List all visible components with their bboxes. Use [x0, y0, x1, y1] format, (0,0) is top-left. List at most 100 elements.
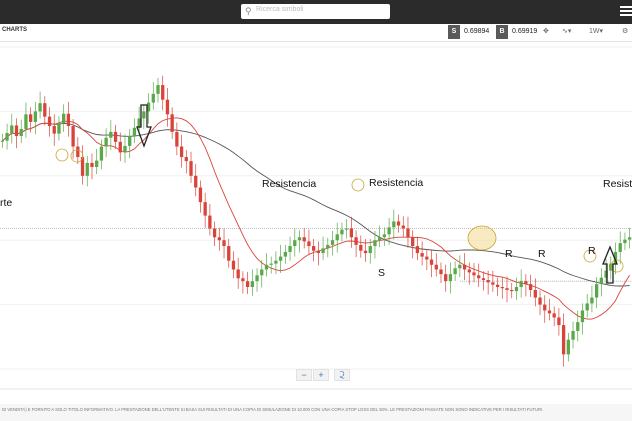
interval-dropdown[interactable]: 1W▾	[589, 27, 603, 35]
candle-body	[491, 282, 495, 285]
annotation-label: R	[538, 248, 546, 260]
candle-body	[66, 113, 71, 127]
candle-body	[0, 140, 5, 142]
candle-body	[24, 114, 28, 129]
candle-body	[576, 322, 580, 331]
candle-body	[420, 253, 424, 257]
candle-body	[406, 228, 410, 238]
section-label: CHARTS	[2, 27, 27, 33]
candle-body	[500, 287, 504, 289]
search-placeholder: Ricerca simboli	[256, 6, 304, 13]
candle-body	[104, 137, 108, 147]
search-input[interactable]: ⚲ Ricerca simboli	[241, 4, 390, 19]
candle-body	[585, 303, 589, 311]
candle-body	[250, 281, 254, 288]
candle-body	[85, 162, 89, 176]
candle-body	[382, 234, 387, 238]
candle-body	[505, 288, 509, 290]
annotation-label: Resistencia	[369, 177, 423, 189]
candle-body	[76, 146, 80, 158]
candle-body	[627, 237, 632, 240]
candle-body	[288, 246, 292, 252]
highlight-circle	[467, 225, 497, 251]
candle-body	[128, 135, 132, 146]
candle-body	[543, 304, 547, 311]
candle-body	[179, 146, 184, 158]
zoom-out-button[interactable]: −	[296, 369, 312, 381]
candle-body	[571, 330, 575, 340]
highlight-circle	[55, 148, 69, 162]
candle-body	[189, 161, 193, 176]
candle-body	[444, 274, 448, 282]
candle-body	[217, 237, 221, 241]
candle-body	[307, 241, 311, 247]
candle-body	[434, 264, 438, 270]
sell-price: 0.69894	[464, 28, 490, 35]
candle-body	[623, 239, 627, 244]
candle-body	[425, 256, 429, 260]
candle-body	[387, 227, 391, 235]
candle-body	[618, 243, 622, 252]
candle-body	[472, 272, 476, 276]
candle-body	[359, 244, 363, 251]
annotation-label: S	[378, 267, 385, 279]
candle-body	[599, 277, 603, 285]
sell-button[interactable]: S	[448, 25, 460, 39]
candle-body	[321, 248, 325, 254]
candle-body	[481, 278, 486, 281]
candle-body	[477, 275, 481, 279]
candle-body	[283, 251, 287, 257]
chart-toolbar: CHARTS S 0.69894 B 0.69919 ✥ ∿▾ 1W▾ ⚙	[0, 24, 632, 42]
candle-body	[415, 246, 420, 254]
candle-body	[142, 111, 146, 119]
candle-body	[118, 141, 122, 153]
candle-body	[326, 244, 330, 249]
candle-body	[519, 281, 523, 288]
price-chart[interactable]: 201320142015201620172018201920202021Resi…	[0, 43, 632, 400]
candle-body	[198, 187, 203, 203]
moving-average-long	[2, 122, 630, 287]
candle-body	[439, 269, 443, 275]
candle-body	[363, 250, 368, 254]
candle-body	[429, 259, 434, 265]
candle-body	[467, 269, 471, 273]
candle-body	[495, 284, 500, 288]
candle-body	[335, 234, 339, 241]
share-icon[interactable]: ⫈	[334, 369, 350, 381]
candle-body	[109, 131, 113, 138]
settings-icon[interactable]: ⚙	[622, 27, 628, 35]
candle-body	[566, 339, 570, 355]
candle-body	[95, 160, 99, 168]
candle-body	[52, 126, 56, 134]
candle-body	[14, 125, 19, 136]
candle-body	[90, 162, 94, 168]
hamburger-menu-icon[interactable]	[620, 6, 632, 18]
annotation-label: R	[588, 245, 596, 257]
candle-body	[528, 284, 533, 290]
zoom-in-button[interactable]: +	[313, 369, 329, 381]
candle-body	[580, 310, 585, 323]
interval-label: 1W	[589, 28, 600, 35]
candle-body	[274, 260, 278, 264]
search-icon: ⚲	[245, 6, 252, 16]
chart-type-icon[interactable]: ∿▾	[562, 27, 571, 35]
buy-button[interactable]: B	[496, 25, 508, 39]
candle-body	[38, 103, 42, 112]
candle-body	[203, 202, 207, 216]
candle-body	[236, 269, 240, 279]
candle-body	[19, 128, 23, 136]
candle-body	[590, 297, 594, 304]
crosshair-icon[interactable]: ✥	[543, 27, 549, 35]
candle-body	[557, 317, 561, 326]
candle-body	[368, 246, 372, 254]
candlestick-chart[interactable]: 201320142015201620172018201920202021Resi…	[0, 43, 632, 400]
candle-body	[269, 263, 273, 265]
top-bar: ⚲ Ricerca simboli	[0, 0, 632, 24]
candle-body	[486, 280, 490, 283]
disclaimer-text: DI VENDITA) E FORNITO A SOLO TITOLO INFO…	[0, 404, 632, 421]
candle-body	[132, 127, 137, 136]
candle-body	[170, 114, 174, 132]
candle-body	[227, 246, 231, 261]
candle-body	[264, 264, 269, 270]
candle-body	[222, 240, 226, 247]
